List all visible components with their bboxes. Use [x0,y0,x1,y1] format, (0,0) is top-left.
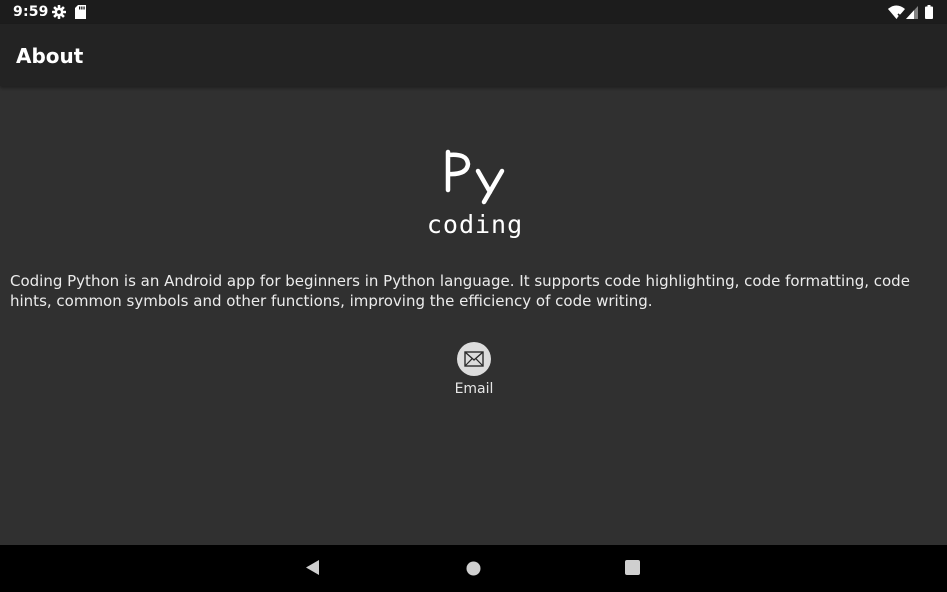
navigation-bar [0,545,947,592]
page-title: About [16,44,84,68]
email-icon-button[interactable] [457,342,491,376]
status-bar: 9:59 [0,0,947,24]
email-button[interactable]: Email [443,340,505,402]
envelope-icon [464,351,484,367]
wifi-icon [888,5,905,24]
recents-icon[interactable] [625,560,640,580]
home-icon[interactable] [466,561,481,581]
app-bar: About [0,24,947,86]
logo-subtitle: coding [426,210,524,239]
email-label: Email [454,381,494,397]
status-time: 9:59 [13,4,49,20]
about-content: coding Coding Python is an Android app f… [0,86,947,545]
signal-icon [906,5,918,24]
app-description: Coding Python is an Android app for begi… [10,272,910,310]
py-logo-mark [445,149,505,205]
app-logo: coding [423,144,527,242]
about-screen: 9:59 About coding Coding Python is an An… [0,0,947,592]
back-icon[interactable] [305,559,320,581]
gear-icon [52,5,66,24]
battery-icon [925,5,933,24]
sd-card-icon [75,5,86,24]
